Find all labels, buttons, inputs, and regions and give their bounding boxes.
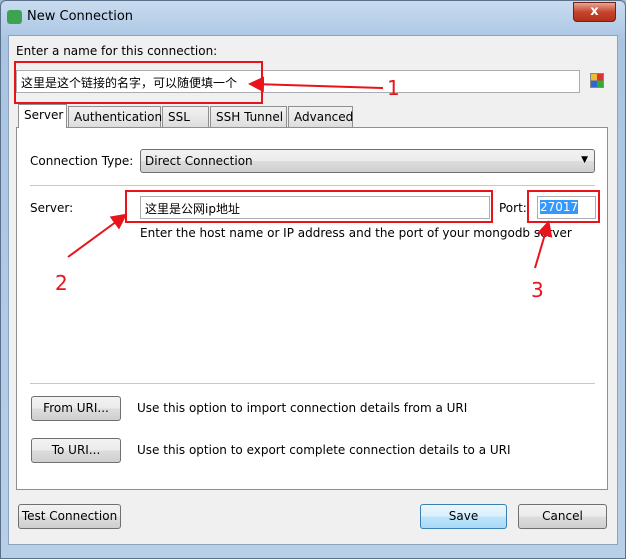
annotation-arrow-2 — [67, 213, 128, 258]
annotation-arrow-3 — [534, 220, 553, 269]
tab-server[interactable]: Server — [18, 104, 67, 128]
annotation-number-3: 3 — [531, 278, 544, 302]
annotation-arrow-1 — [248, 76, 384, 93]
annotation-number-2: 2 — [55, 271, 68, 295]
annotation-number-1: 1 — [387, 76, 400, 100]
